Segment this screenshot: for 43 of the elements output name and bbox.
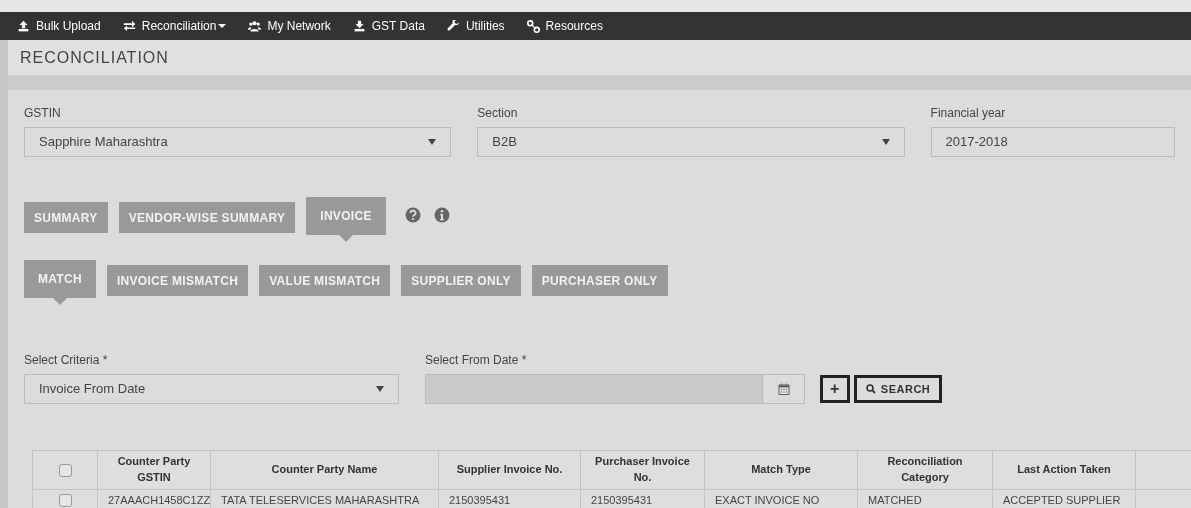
column-header: Counter Party GSTIN xyxy=(97,450,211,490)
users-icon xyxy=(248,19,262,33)
column-header: Counter Party Name xyxy=(210,450,439,490)
checkbox[interactable] xyxy=(58,494,72,508)
tab-pointer xyxy=(338,235,353,242)
input-field[interactable]: 2017-2018 xyxy=(930,127,1175,157)
select-field[interactable]: Invoice From Date xyxy=(24,374,399,404)
search-button[interactable]: SEARCH xyxy=(853,375,943,403)
nav-link[interactable]: Reconciliation xyxy=(111,17,238,35)
help-icon[interactable] xyxy=(404,207,421,223)
column-header: Last Action Taken xyxy=(992,450,1136,490)
select-field[interactable]: Sapphire Maharashtra xyxy=(24,127,452,157)
field-label: Financial year xyxy=(930,105,1007,122)
wrench-icon xyxy=(446,19,460,33)
search-icon xyxy=(865,384,876,394)
nav-link[interactable]: Bulk Upload xyxy=(6,17,112,35)
calendar-icon xyxy=(777,383,790,395)
nav-link[interactable]: Utilities xyxy=(435,17,516,35)
upload-icon xyxy=(17,19,30,33)
tab-pointer xyxy=(52,298,67,305)
caret-icon xyxy=(428,139,437,145)
field-label: GSTIN xyxy=(24,105,62,122)
select-field[interactable]: B2B xyxy=(477,127,905,157)
calendar-button[interactable] xyxy=(763,374,805,404)
page-title: RECONCILIATION xyxy=(20,47,169,68)
column-header: Match Type xyxy=(704,450,858,490)
column-header: Supplier Invoice No. xyxy=(438,450,581,490)
download-icon xyxy=(352,19,366,33)
column-header: Reconciliation Category xyxy=(857,450,993,490)
checkbox[interactable] xyxy=(58,463,72,477)
arrows-icon xyxy=(122,19,136,33)
info-icon[interactable] xyxy=(433,207,450,223)
nav-link[interactable]: Resources xyxy=(515,17,614,35)
field-label: Select From Date * xyxy=(425,352,528,369)
add-button[interactable]: + xyxy=(820,375,850,403)
nav-link[interactable]: My Network xyxy=(237,17,342,35)
nav-link[interactable]: GST Data xyxy=(341,17,436,35)
caret-icon xyxy=(881,139,890,145)
column-header: Purchaser Invoice No. xyxy=(580,450,705,490)
field-label: Section xyxy=(477,105,519,122)
field-label: Select Criteria * xyxy=(24,352,109,369)
link-icon xyxy=(526,19,540,33)
caret-icon xyxy=(376,386,384,392)
